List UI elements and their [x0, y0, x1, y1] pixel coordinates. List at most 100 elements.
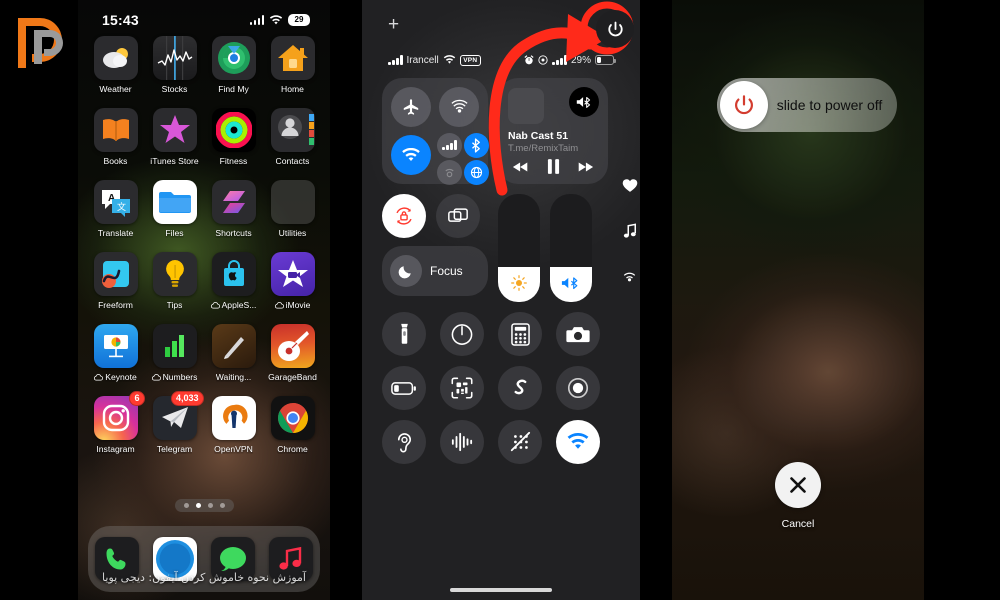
power-slider-knob[interactable]: [720, 81, 768, 129]
app-telegram[interactable]: 4,033 Telegram: [145, 391, 204, 454]
find-my-icon: [211, 36, 256, 80]
battery-icon: [595, 55, 616, 65]
app-openvpn[interactable]: OpenVPN: [204, 396, 263, 454]
app-chrome[interactable]: Chrome: [263, 396, 322, 454]
page-dot[interactable]: [219, 503, 225, 508]
app-find-my[interactable]: Find My: [204, 36, 263, 94]
airplane-mode-toggle[interactable]: [391, 87, 431, 127]
bluetooth-toggle[interactable]: [464, 133, 489, 158]
flashlight-button[interactable]: [382, 312, 426, 356]
app-instagram[interactable]: 6 Instagram: [86, 391, 145, 454]
control-center-panel: + Irancell VPN 29% Nab Cast 51 T.me/Remi…: [362, 0, 640, 600]
music-note-icon[interactable]: [623, 223, 637, 239]
page-dot[interactable]: [207, 503, 213, 508]
close-x-icon[interactable]: [775, 462, 821, 508]
screen-record-button[interactable]: [556, 366, 600, 410]
focus-toggle[interactable]: Focus: [382, 246, 488, 296]
power-button[interactable]: [596, 10, 634, 48]
app-label: Shortcuts: [215, 228, 252, 238]
app-label: Telegram: [156, 444, 193, 454]
sun-icon: [511, 274, 527, 291]
app-translate[interactable]: A 文 Translate: [86, 180, 145, 238]
add-control-button[interactable]: +: [388, 15, 404, 34]
control-center-status-bar: Irancell VPN 29%: [362, 52, 640, 68]
app-waiting[interactable]: Waiting...: [204, 324, 263, 382]
stocks-icon: [152, 36, 197, 80]
rewind-icon[interactable]: [512, 161, 530, 173]
cancel-control[interactable]: Cancel: [672, 462, 924, 530]
app-label-text: Keynote: [105, 372, 137, 382]
media-subtitle: T.me/RemixTaim: [508, 143, 579, 154]
airplay-audio-icon[interactable]: [621, 269, 638, 284]
app-numbers[interactable]: Numbers: [145, 324, 204, 382]
page-dots[interactable]: [78, 499, 330, 512]
app-home[interactable]: Home: [263, 36, 322, 94]
power-off-panel: slide to power off Cancel: [672, 0, 924, 600]
app-utilities-folder[interactable]: Utilities: [263, 180, 322, 238]
rotation-lock-toggle[interactable]: [382, 194, 426, 238]
app-label: Numbers: [151, 372, 197, 382]
svg-text:文: 文: [117, 201, 126, 213]
app-itunes-store[interactable]: iTunes Store: [145, 108, 204, 166]
music-icon[interactable]: [269, 537, 313, 581]
hotspot-wifi-button[interactable]: [556, 420, 600, 464]
page-dot[interactable]: [183, 503, 189, 508]
app-contacts[interactable]: Contacts: [263, 108, 322, 166]
now-playing-tile[interactable]: Nab Cast 51 T.me/RemixTaim: [498, 78, 608, 184]
app-imovie[interactable]: iMovie: [263, 252, 322, 310]
dock: [88, 526, 320, 592]
app-apple-store[interactable]: AppleS...: [204, 252, 263, 310]
app-badge: 4,033: [170, 391, 204, 406]
app-label: Waiting...: [215, 372, 252, 382]
calculator-button[interactable]: [498, 312, 542, 356]
app-shortcuts[interactable]: Shortcuts: [204, 180, 263, 238]
itunes-store-icon: [152, 108, 197, 152]
app-label: Weather: [99, 84, 132, 94]
hearing-button[interactable]: [382, 420, 426, 464]
app-keynote[interactable]: Keynote: [86, 324, 145, 382]
brightness-slider[interactable]: [498, 194, 540, 302]
app-label: iMovie: [274, 300, 310, 310]
slide-to-power-off-slider[interactable]: slide to power off: [717, 78, 897, 132]
camera-button[interactable]: [556, 312, 600, 356]
app-fitness[interactable]: Fitness: [204, 108, 263, 166]
heart-icon[interactable]: [622, 178, 638, 193]
waiting-icon: [211, 324, 256, 368]
home-icon: [270, 36, 315, 80]
low-power-mode-button[interactable]: [382, 366, 426, 410]
home-indicator: [450, 588, 552, 592]
page-dot-active[interactable]: [195, 503, 201, 508]
garageband-icon: [270, 324, 315, 368]
wifi-toggle[interactable]: [391, 135, 431, 175]
pause-icon[interactable]: [547, 159, 560, 174]
app-garageband[interactable]: GarageBand: [263, 324, 322, 382]
app-stocks[interactable]: Stocks: [145, 36, 204, 94]
safari-icon[interactable]: [153, 537, 197, 581]
app-files[interactable]: Files: [145, 180, 204, 238]
sound-recognition-button[interactable]: [440, 420, 484, 464]
chrome-icon: [270, 396, 315, 440]
vpn-toggle[interactable]: [464, 160, 489, 185]
airdrop-toggle[interactable]: [439, 87, 479, 127]
app-tips[interactable]: Tips: [145, 252, 204, 310]
announce-notifications-button[interactable]: [498, 420, 542, 464]
apple-store-icon: [211, 252, 256, 296]
volume-slider[interactable]: [550, 194, 592, 302]
cellular-data-toggle[interactable]: [437, 133, 462, 158]
qr-code-scanner-button[interactable]: [440, 366, 484, 410]
phone-icon[interactable]: [95, 537, 139, 581]
app-weather[interactable]: Weather: [86, 36, 145, 94]
freeform-icon: [93, 252, 138, 296]
timer-button[interactable]: [440, 312, 484, 356]
home-status-bar: 15:43 29: [78, 0, 330, 34]
fast-forward-icon[interactable]: [576, 161, 594, 173]
utilities-folder-icon: [270, 180, 315, 224]
bluetooth-speaker-icon[interactable]: [569, 87, 599, 117]
app-books[interactable]: Books: [86, 108, 145, 166]
speaker-bluetooth-icon: [561, 277, 578, 289]
messages-icon[interactable]: [211, 537, 255, 581]
personal-hotspot-toggle[interactable]: [437, 160, 462, 185]
shazam-button[interactable]: [498, 366, 542, 410]
screen-mirroring-toggle[interactable]: [436, 194, 480, 238]
app-freeform[interactable]: Freeform: [86, 252, 145, 310]
